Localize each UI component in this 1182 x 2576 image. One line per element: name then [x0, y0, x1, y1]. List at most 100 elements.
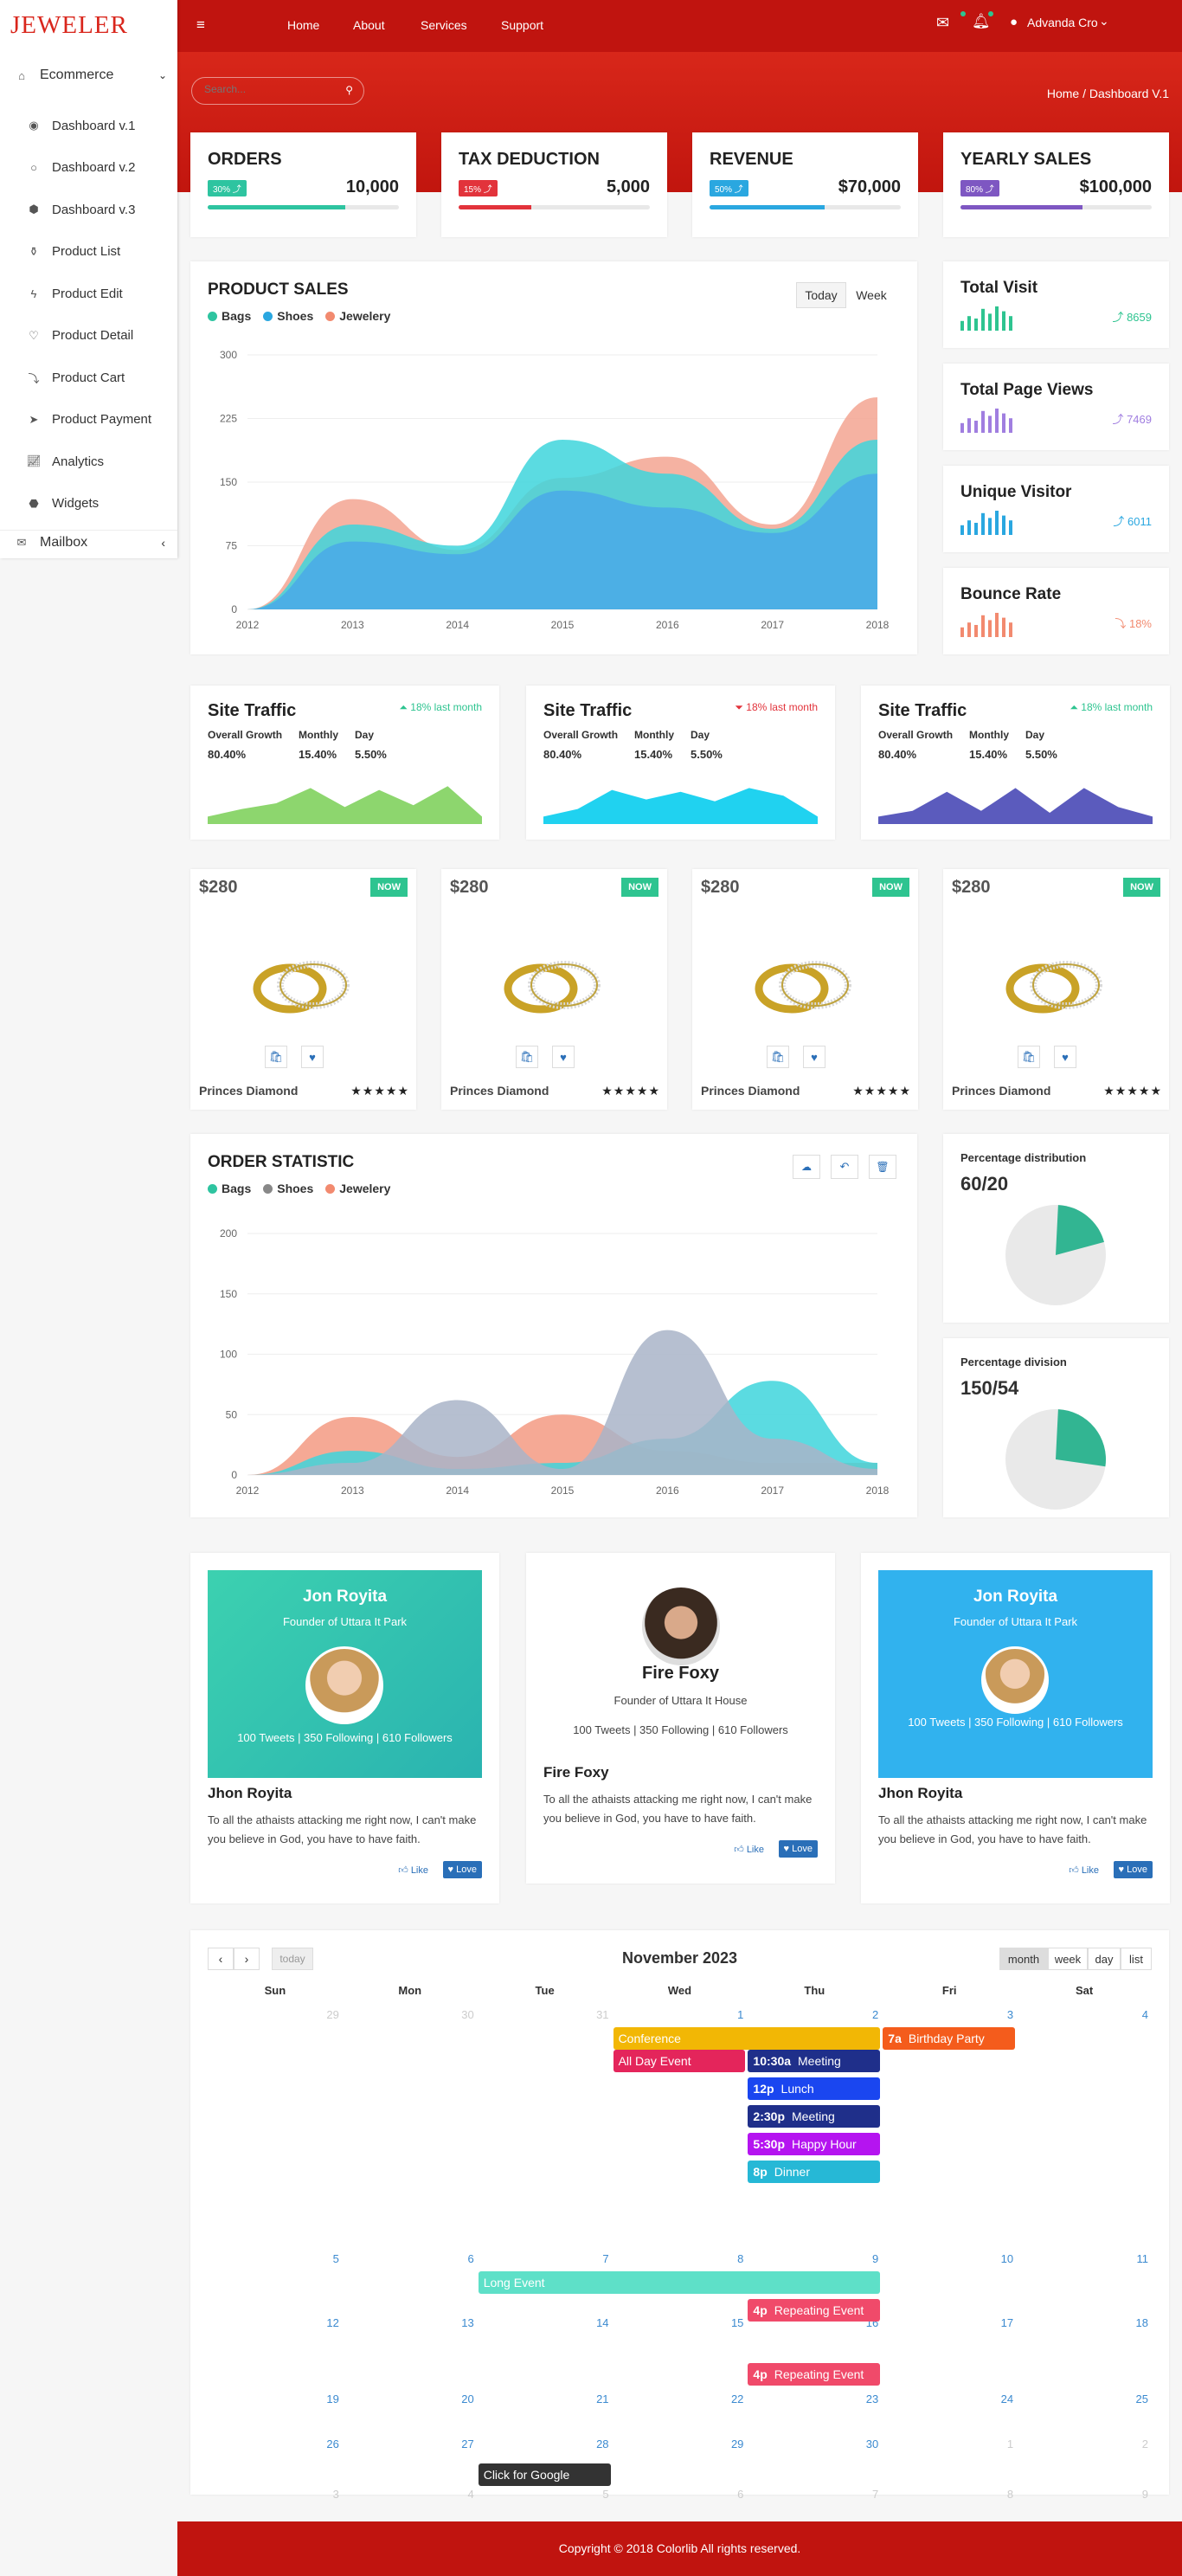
- sidebar-item-product-detail[interactable]: ♡ Product Detail: [0, 327, 177, 345]
- calendar-day[interactable]: 20: [343, 2392, 473, 2405]
- calendar-day[interactable]: 9: [747, 2252, 878, 2265]
- calendar-day[interactable]: 26: [208, 2438, 338, 2450]
- nav-services[interactable]: Services: [421, 18, 467, 32]
- menu-toggle-icon[interactable]: ≡: [196, 16, 205, 34]
- calendar-event[interactable]: 4p Repeating Event: [748, 2299, 881, 2322]
- sidebar-item-analytics[interactable]: 📈︎ Analytics: [0, 453, 177, 470]
- cart-button[interactable]: 🛍︎: [1018, 1046, 1040, 1068]
- calendar-day[interactable]: 19: [208, 2392, 338, 2405]
- sidebar-item-dashboard-v-3[interactable]: ⬢ Dashboard v.3: [0, 201, 177, 218]
- calendar-event[interactable]: Long Event: [478, 2271, 881, 2294]
- reply-icon[interactable]: ↶: [831, 1155, 858, 1179]
- calendar-day[interactable]: 10: [882, 2252, 1013, 2265]
- cloud-download-icon[interactable]: ☁: [793, 1155, 820, 1179]
- love-button[interactable]: ♥ Love: [778, 1840, 818, 1858]
- cart-button[interactable]: 🛍︎: [516, 1046, 538, 1068]
- calendar-event[interactable]: 12p Lunch: [748, 2077, 881, 2100]
- calendar-event[interactable]: 7a Birthday Party: [883, 2027, 1016, 2050]
- calendar-event[interactable]: All Day Event: [613, 2050, 746, 2072]
- sidebar-item-dashboard-v-1[interactable]: ◉ Dashboard v.1: [0, 117, 177, 134]
- calendar-day[interactable]: 30: [747, 2438, 878, 2450]
- calendar-day[interactable]: 22: [613, 2392, 743, 2405]
- tab-week[interactable]: Week: [846, 282, 896, 308]
- wishlist-button[interactable]: ♥: [552, 1046, 575, 1068]
- calendar-day[interactable]: 4: [343, 2488, 473, 2501]
- calendar-day[interactable]: 2: [1017, 2438, 1148, 2450]
- calendar-day[interactable]: 28: [478, 2438, 608, 2450]
- view-month[interactable]: month: [999, 1948, 1048, 1970]
- search-input[interactable]: [204, 83, 334, 95]
- calendar-day[interactable]: 11: [1017, 2252, 1148, 2265]
- love-button[interactable]: ♥ Love: [1113, 1861, 1153, 1878]
- calendar-event[interactable]: 10:30a Meeting: [748, 2050, 881, 2072]
- sidebar-section-ecommerce[interactable]: ⌂ Ecommerce ⌄: [0, 68, 177, 83]
- like-button[interactable]: 👍︎ Like: [398, 1864, 428, 1876]
- calendar-day[interactable]: 8: [882, 2488, 1013, 2501]
- calendar-day[interactable]: 6: [343, 2252, 473, 2265]
- calendar-day[interactable]: 3: [208, 2488, 339, 2501]
- sidebar-item-widgets[interactable]: ⬣ Widgets: [0, 495, 177, 512]
- calendar-day[interactable]: 29: [208, 2008, 338, 2021]
- calendar-day[interactable]: 4: [1017, 2008, 1148, 2021]
- cart-button[interactable]: 🛍︎: [265, 1046, 287, 1068]
- wishlist-button[interactable]: ♥: [803, 1046, 825, 1068]
- sidebar-item-dashboard-v-2[interactable]: ○ Dashboard v.2: [0, 159, 177, 177]
- calendar-day[interactable]: 15: [613, 2316, 743, 2329]
- calendar-day[interactable]: 7: [747, 2488, 878, 2501]
- calendar-day[interactable]: 2: [747, 2008, 878, 2021]
- bell-icon[interactable]: 🔔︎: [972, 13, 991, 30]
- calendar-day[interactable]: 1: [882, 2438, 1013, 2450]
- nav-support[interactable]: Support: [501, 18, 543, 32]
- calendar-day[interactable]: 24: [882, 2392, 1013, 2405]
- calendar-day[interactable]: 1: [613, 2008, 743, 2021]
- nav-about[interactable]: About: [353, 18, 385, 32]
- like-button[interactable]: 👍︎ Like: [734, 1844, 764, 1855]
- nav-home[interactable]: Home: [287, 18, 319, 32]
- calendar-day[interactable]: 21: [478, 2392, 608, 2405]
- calendar-day[interactable]: 29: [613, 2438, 743, 2450]
- sidebar-item-product-payment[interactable]: ➤ Product Payment: [0, 411, 177, 428]
- calendar-event[interactable]: Conference: [613, 2027, 881, 2050]
- wishlist-button[interactable]: ♥: [301, 1046, 324, 1068]
- wishlist-button[interactable]: ♥: [1054, 1046, 1076, 1068]
- calendar-day[interactable]: 3: [882, 2008, 1013, 2021]
- view-week[interactable]: week: [1048, 1948, 1088, 1970]
- calendar-day[interactable]: 27: [343, 2438, 473, 2450]
- cart-button[interactable]: 🛍︎: [767, 1046, 789, 1068]
- mail-icon[interactable]: ✉: [936, 14, 949, 32]
- sidebar-item-mailbox[interactable]: ✉ Mailbox ‹: [0, 535, 177, 551]
- calendar-day[interactable]: 5: [208, 2252, 339, 2265]
- calendar-day[interactable]: 5: [478, 2488, 608, 2501]
- view-day[interactable]: day: [1088, 1948, 1121, 1970]
- search-icon[interactable]: ⚲: [345, 84, 353, 96]
- sidebar-item-product-cart[interactable]: ⤵ Product Cart: [0, 369, 177, 386]
- calendar-day[interactable]: 17: [882, 2316, 1013, 2329]
- calendar-day[interactable]: 8: [613, 2252, 743, 2265]
- view-list[interactable]: list: [1121, 1948, 1152, 1970]
- calendar-day[interactable]: 18: [1017, 2316, 1148, 2329]
- user-menu[interactable]: Advanda Cro: [1027, 16, 1098, 29]
- calendar-event[interactable]: 8p Dinner: [748, 2161, 881, 2183]
- calendar-event[interactable]: Click for Google: [478, 2463, 611, 2486]
- calendar-day[interactable]: 30: [343, 2008, 473, 2021]
- search-box[interactable]: ⚲: [191, 77, 364, 105]
- calendar-day[interactable]: 9: [1017, 2488, 1148, 2501]
- sidebar-item-product-list[interactable]: ⚱ Product List: [0, 243, 177, 261]
- tab-today[interactable]: Today: [796, 282, 846, 308]
- calendar-day[interactable]: 31: [478, 2008, 608, 2021]
- calendar-day[interactable]: 7: [478, 2252, 608, 2265]
- calendar-day[interactable]: 13: [343, 2316, 473, 2329]
- calendar-day[interactable]: 23: [747, 2392, 878, 2405]
- calendar-event[interactable]: 2:30p Meeting: [748, 2105, 881, 2128]
- calendar-day[interactable]: 25: [1017, 2392, 1148, 2405]
- trash-icon[interactable]: 🗑︎: [869, 1155, 896, 1179]
- like-button[interactable]: 👍︎ Like: [1069, 1864, 1099, 1876]
- brand-logo[interactable]: JEWELER: [0, 0, 177, 51]
- calendar-day[interactable]: 6: [613, 2488, 743, 2501]
- calendar-event[interactable]: 5:30p Happy Hour: [748, 2133, 881, 2155]
- sidebar-item-product-edit[interactable]: ϟ Product Edit: [0, 285, 177, 302]
- calendar-day[interactable]: 14: [478, 2316, 608, 2329]
- love-button[interactable]: ♥ Love: [442, 1861, 482, 1878]
- calendar-event[interactable]: 4p Repeating Event: [748, 2363, 881, 2386]
- calendar-day[interactable]: 12: [208, 2316, 338, 2329]
